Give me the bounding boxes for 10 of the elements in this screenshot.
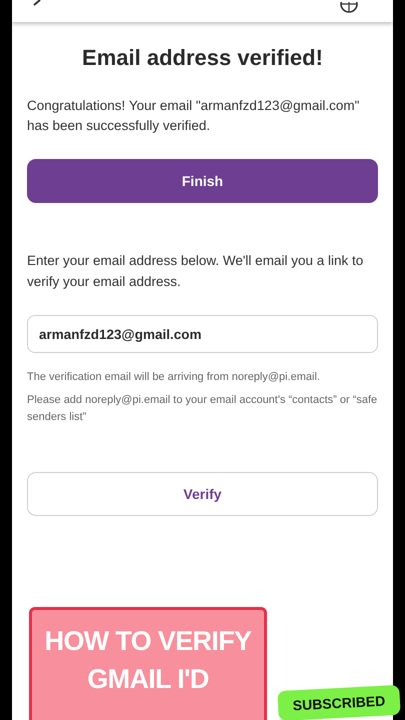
page-title: Email address verified! [81, 44, 324, 72]
confirmation-text: Congratulations! Your email "armanfzd123@gmail.com" has been successfully verified. [27, 97, 360, 135]
verify-button[interactable]: Verify [27, 472, 378, 516]
banner-title-line: GMAIL I'D [87, 663, 209, 696]
instruction-text: Enter your email address below. We'll email you a link to verify your email address. [27, 252, 364, 291]
email-field[interactable]: armanfzd123@gmail.com [27, 315, 378, 353]
note-text: Please add noreply@pi.email to your email account's “contacts” or “safe senders list” [27, 393, 378, 425]
finish-button[interactable]: Finish [27, 159, 378, 203]
banner-title-line: HOW TO VERIFY [44, 625, 252, 658]
note-text: The verification email will be arriving from noreply@pi.email. [27, 370, 321, 385]
